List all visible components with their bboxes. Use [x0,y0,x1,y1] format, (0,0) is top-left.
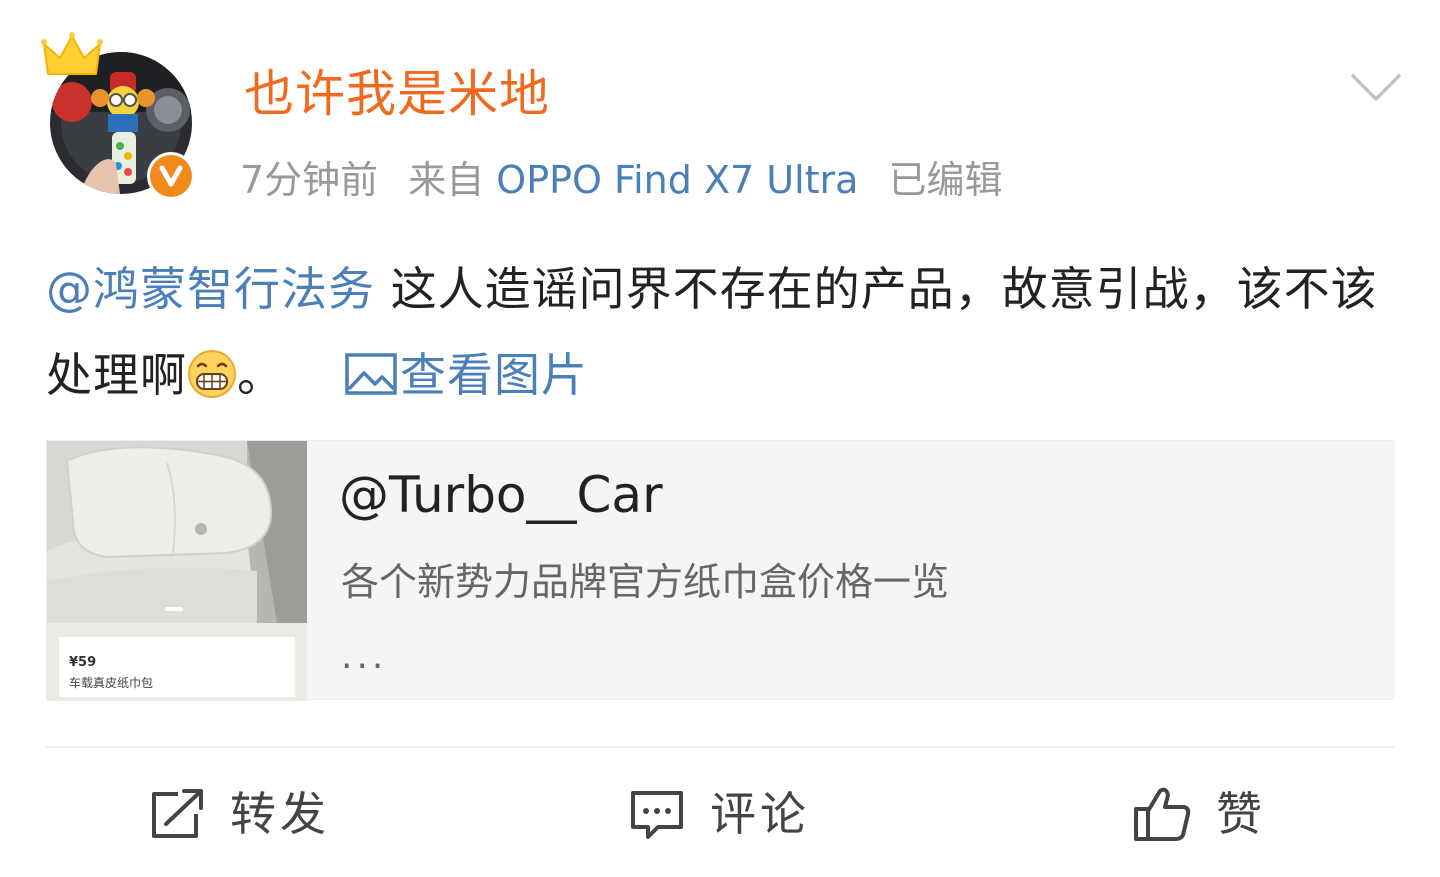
card-author[interactable]: @Turbo__Car [339,463,663,527]
chevron-down-icon[interactable] [1350,72,1402,104]
repost-button[interactable]: 转发 [148,782,330,846]
post-header: 也许我是米地 7分钟前 来自 OPPO Find X7 Ultra 已编辑 [0,0,1440,220]
post-time: 7分钟前 [240,158,379,202]
post-body: @鸿蒙智行法务 这人造谣问界不存在的产品，故意引战，该不该处理啊 。 查看图片 [46,246,1396,418]
edited-label[interactable]: 已编辑 [888,158,1002,202]
thumbnail-photo [47,441,307,623]
thumbnail-title: 车载真皮纸巾包 [69,676,154,690]
card-ellipsis: ... [341,636,388,677]
avatar-wrapper[interactable] [40,30,200,200]
repost-icon [148,787,206,841]
source-prefix: 来自 [408,158,485,202]
comment-button[interactable]: 评论 [628,782,810,846]
post-text-end: 。 [237,348,284,402]
thumbnail-caption: ¥59 车载真皮纸巾包 [59,637,295,697]
image-icon [344,338,398,395]
post-meta: 7分钟前 来自 OPPO Find X7 Ultra 已编辑 [240,156,1002,204]
author-name[interactable]: 也许我是米地 [244,62,550,126]
thumbs-up-icon [1132,785,1192,843]
comment-icon [628,787,686,841]
mention-link[interactable]: @鸿蒙智行法务 [46,262,375,316]
thumbnail-price: ¥59 [69,655,97,670]
card-summary: 各个新势力品牌官方纸巾盒价格一览 [341,560,950,604]
crown-icon [40,30,104,84]
card-thumbnail[interactable]: ¥59 车载真皮纸巾包 [47,441,307,701]
repost-label[interactable]: 转发 [230,784,330,844]
shared-post-card[interactable]: ¥59 车载真皮纸巾包 @Turbo__Car 各个新势力品牌官方纸巾盒价格一览… [46,440,1394,701]
like-label[interactable]: 赞 [1216,784,1266,844]
like-button[interactable]: 赞 [1132,782,1266,846]
grin-emoji-icon [187,340,237,398]
source-device[interactable]: OPPO Find X7 Ultra [496,158,858,202]
comment-label[interactable]: 评论 [710,784,810,844]
verified-v-icon [147,152,195,200]
view-image-label[interactable]: 查看图片 [400,348,588,402]
view-image-link[interactable]: 查看图片 [344,348,588,402]
action-bar: 转发 评论 赞 [0,748,1440,877]
